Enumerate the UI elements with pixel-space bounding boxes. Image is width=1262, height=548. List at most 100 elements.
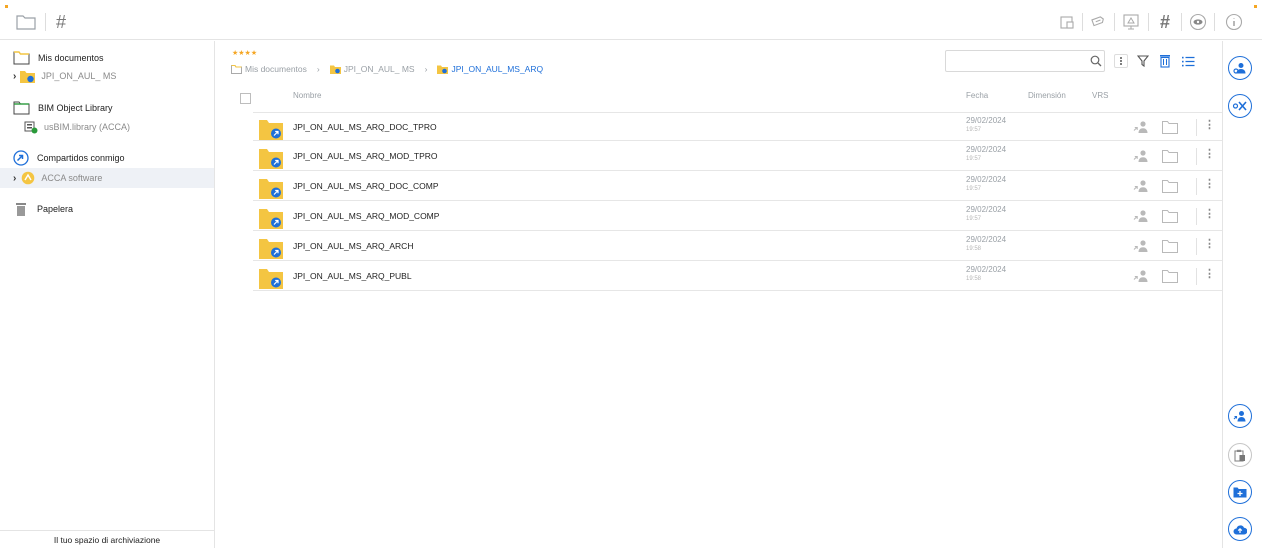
monitor-icon[interactable] [1121,12,1141,32]
toolbar-divider [45,13,46,31]
sidebar-item-mis-documentos[interactable]: Mis documentos [0,48,214,68]
open-folder-icon[interactable] [1162,270,1178,283]
file-time: 19:57 [966,216,982,222]
kebab-icon[interactable] [1114,54,1128,68]
tag-icon[interactable] [1089,12,1107,32]
breadcrumb-label: Mis documentos [245,64,307,74]
kebab-icon[interactable]: ⋮ [1204,149,1215,160]
row-divider [1196,238,1197,255]
file-name[interactable]: JPI_ON_AUL_MS_ARQ_ARCH [293,241,413,251]
file-time: 19:58 [966,276,982,282]
file-time: 19:57 [966,127,982,133]
breadcrumb-item[interactable]: Mis documentos [231,64,307,74]
shared-folder-icon [259,209,283,229]
file-row[interactable]: JPI_ON_AUL_MS_ARQ_DOC_COMP 29/02/2024 19:5… [253,172,1222,201]
column-header-name[interactable]: Nombre [293,91,321,100]
file-name[interactable]: JPI_ON_AUL_MS_ARQ_MOD_COMP [293,211,439,221]
sidebar-item-label: ACCA software [41,173,103,183]
shared-folder-icon [259,269,283,289]
column-header-date[interactable]: Fecha [966,91,988,100]
unlink-icon[interactable] [1228,94,1252,118]
share-user-icon[interactable] [1133,269,1149,283]
kebab-icon[interactable]: ⋮ [1204,120,1215,131]
open-folder-icon[interactable] [1162,180,1178,193]
kebab-icon[interactable]: ⋮ [1204,179,1215,190]
sidebar-item-label: BIM Object Library [38,103,113,113]
trash-icon [16,202,26,216]
file-name[interactable]: JPI_ON_AUL_MS_ARQ_PUBL [293,271,412,281]
list-view-icon[interactable] [1181,54,1195,68]
file-browser: ★★★★ Mis documentos › JPI_ON_AUL_ MS › J… [216,41,1222,548]
file-row[interactable]: JPI_ON_AUL_MS_ARQ_DOC_TPRO 29/02/2024 19:5… [253,112,1222,141]
file-name[interactable]: JPI_ON_AUL_MS_ARQ_MOD_TPRO [293,151,438,161]
file-row[interactable]: JPI_ON_AUL_MS_ARQ_PUBL 29/02/2024 19:58 ⋮ [253,262,1222,291]
sidebar-item-compartidos-conmigo[interactable]: Compartidos conmigo [0,148,214,168]
shared-folder-icon [259,239,283,259]
share-user-icon[interactable] [1133,179,1149,193]
user-gear-icon[interactable] [1228,56,1252,80]
sidebar-item-label: Papelera [37,204,74,214]
open-folder-icon[interactable] [1162,150,1178,163]
upload-icon[interactable] [1228,517,1252,541]
column-header-dimension[interactable]: Dimensión [1028,91,1066,100]
breadcrumb-item-current[interactable]: JPI_ON_AUL_MS_ARQ [437,64,543,74]
chevron-right-icon[interactable]: › [13,173,16,184]
share-user-icon[interactable] [1133,149,1149,163]
folder-icon [13,101,30,115]
row-divider [1196,148,1197,165]
shared-with-me-icon [13,150,29,166]
sidebar-item-usbim-library[interactable]: usBIM.library (ACCA) [0,117,214,137]
chevron-right-icon: › [424,64,428,74]
row-divider [1196,119,1197,136]
file-date: 29/02/2024 [966,235,1007,244]
file-row[interactable]: JPI_ON_AUL_MS_ARQ_MOD_TPRO 29/02/2024 19:5… [253,142,1222,171]
folder-icon[interactable] [15,12,37,32]
file-row[interactable]: JPI_ON_AUL_MS_ARQ_MOD_COMP 29/02/2024 19:5… [253,202,1222,231]
shared-folder-icon [259,149,283,169]
toolbar-divider [1181,13,1182,31]
filter-icon[interactable] [1136,54,1150,68]
open-folder-icon[interactable] [1162,210,1178,223]
file-name[interactable]: JPI_ON_AUL_MS_ARQ_DOC_TPRO [293,122,437,132]
sidebar-item-label: Mis documentos [38,53,104,63]
kebab-icon[interactable]: ⋮ [1204,269,1215,280]
kebab-icon[interactable]: ⋮ [1204,209,1215,220]
folder-icon [13,51,30,65]
breadcrumb-label: JPI_ON_AUL_ MS [343,64,415,74]
sidebar-item-papelera[interactable]: Papelera [0,199,214,219]
share-user-icon[interactable] [1133,120,1149,134]
share-user-icon[interactable] [1133,209,1149,223]
corner-marker [1254,5,1257,8]
select-all-checkbox[interactable] [240,93,251,104]
hash-icon[interactable]: # [1156,12,1174,32]
hash-icon[interactable]: # [52,12,70,32]
sidebar-item-acca-software[interactable]: › ACCA software [0,168,214,188]
clipboard-icon[interactable] [1228,443,1252,467]
sidebar-item-label: usBIM.library (ACCA) [44,122,131,132]
search-input[interactable] [945,50,1105,72]
file-time: 19:57 [966,156,982,162]
column-header-vrs[interactable]: VRS [1092,91,1108,100]
share-user-icon[interactable] [1133,239,1149,253]
kebab-icon[interactable]: ⋮ [1204,239,1215,250]
shared-folder-icon [20,70,36,83]
storage-footer[interactable]: Il tuo spazio di archiviazione [0,530,214,548]
open-folder-icon[interactable] [1162,240,1178,253]
file-time: 19:57 [966,186,982,192]
sidebar-item-jpi-on-aul-ms[interactable]: › JPI_ON_AUL_ MS [0,66,214,86]
sidebar-item-bim-object-library[interactable]: BIM Object Library [0,98,214,118]
calendar-icon[interactable] [1058,12,1076,32]
open-folder-icon[interactable] [1162,121,1178,134]
breadcrumb-item[interactable]: JPI_ON_AUL_ MS [329,64,415,74]
chevron-right-icon[interactable]: › [13,71,16,82]
share-user-icon[interactable] [1228,404,1252,428]
trash-icon[interactable] [1158,53,1172,68]
file-row[interactable]: JPI_ON_AUL_MS_ARQ_ARCH 29/02/2024 19:58 ⋮ [253,232,1222,261]
shared-folder-icon [259,120,283,140]
info-icon[interactable] [1224,12,1244,32]
search-icon[interactable] [1089,54,1103,68]
row-divider [1196,178,1197,195]
new-folder-icon[interactable] [1228,480,1252,504]
file-name[interactable]: JPI_ON_AUL_MS_ARQ_DOC_COMP [293,181,439,191]
eye-icon[interactable] [1188,12,1208,32]
